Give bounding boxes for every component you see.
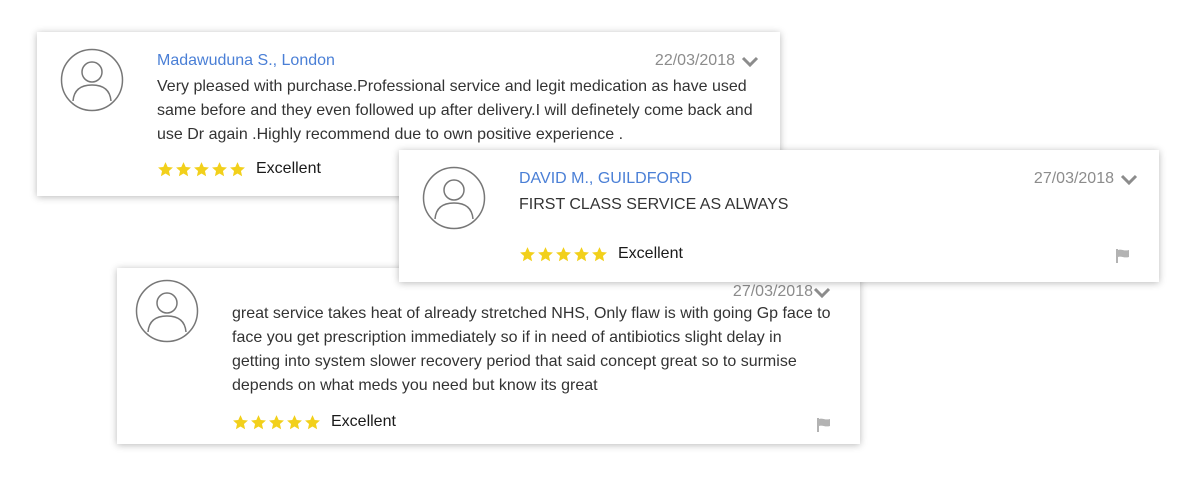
chevron-down-icon[interactable]	[812, 286, 832, 300]
star-icon	[212, 161, 227, 176]
star-icon	[592, 246, 607, 261]
reviewer-name: DAVID M., GUILDFORD	[519, 170, 693, 187]
flag-icon[interactable]	[816, 417, 832, 433]
star-rating	[157, 161, 246, 178]
star-icon	[251, 414, 266, 429]
star-rating	[232, 414, 321, 431]
star-icon	[305, 414, 320, 429]
star-icon	[538, 246, 553, 261]
rating: Excellent	[519, 245, 683, 263]
star-icon	[574, 246, 589, 261]
review-card: DAVID M., GUILDFORD 27/03/2018 FIRST CLA…	[399, 150, 1159, 282]
review-text: Very pleased with purchase.Professional …	[157, 78, 753, 143]
star-icon	[230, 161, 245, 176]
rating-label: Excellent	[331, 413, 396, 430]
star-rating	[519, 246, 608, 263]
review-text: FIRST CLASS SERVICE AS ALWAYS	[519, 196, 789, 213]
star-icon	[194, 161, 209, 176]
rating-label: Excellent	[256, 160, 321, 177]
rating: Excellent	[157, 160, 321, 178]
user-avatar-icon	[422, 166, 486, 230]
star-icon	[287, 414, 302, 429]
star-icon	[556, 246, 571, 261]
star-icon	[269, 414, 284, 429]
review-date: 27/03/2018	[732, 283, 813, 300]
review-date: 22/03/2018	[654, 52, 735, 69]
star-icon	[233, 414, 248, 429]
user-avatar-icon	[135, 279, 199, 343]
star-icon	[158, 161, 173, 176]
chevron-down-icon[interactable]	[1119, 173, 1139, 187]
review-date: 27/03/2018	[1033, 170, 1114, 187]
user-avatar-icon	[60, 48, 124, 112]
chevron-down-icon[interactable]	[740, 55, 760, 69]
rating-label: Excellent	[618, 245, 683, 262]
reviewer-name: Madawuduna S., London	[157, 52, 335, 69]
star-icon	[176, 161, 191, 176]
review-text: great service takes heat of already stre…	[232, 305, 831, 394]
flag-icon[interactable]	[1115, 248, 1131, 264]
review-card: 27/03/2018 great service takes heat of a…	[117, 268, 860, 444]
rating: Excellent	[232, 413, 396, 431]
star-icon	[520, 246, 535, 261]
